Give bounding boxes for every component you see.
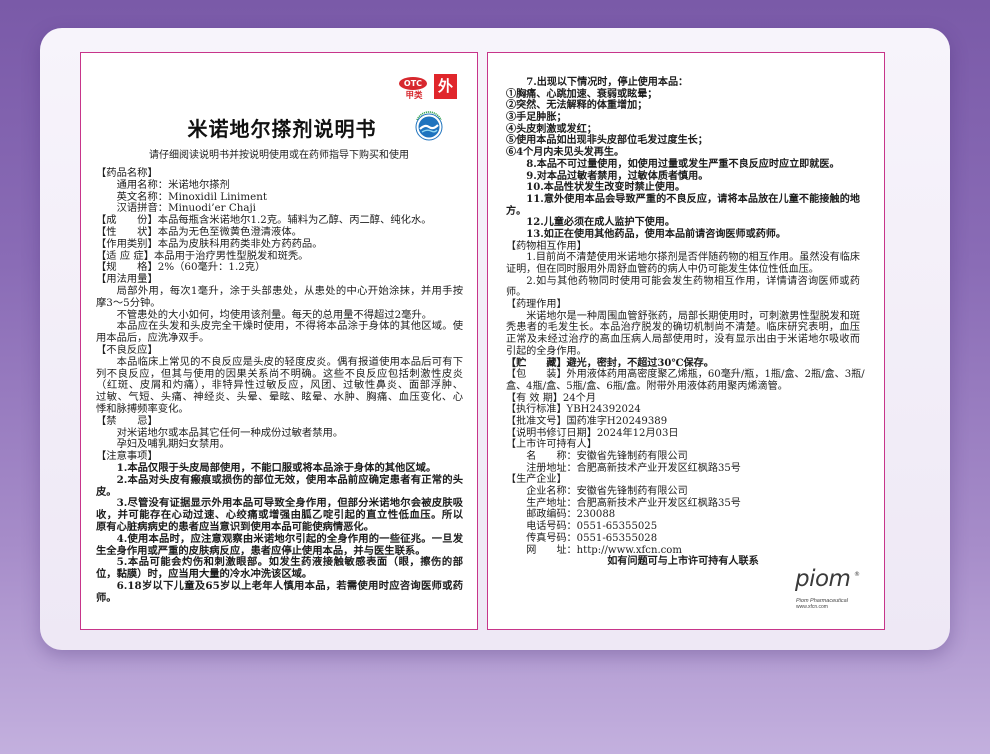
leaflet-body-right: 7.出现以下情况时，停止使用本品： ①胸痛、心跳加速、衰弱或眩晕； ②突然、无法… [506,77,865,568]
list-item: 原有心脏病病史的患者应当意识到使用本品可能使病情恶化。 [96,520,375,533]
list-item: 4.使用本品时，应注意观察由米诺地尔引起的全身作用的一些征兆。一旦发 [116,532,463,545]
body-line: 引起的全身作用。 [506,345,587,357]
body-line: 本品临床上常见的不良反应是头皮的轻度皮炎。偶有报道使用本品后可有下 [116,355,463,368]
sub-list-item: ④头皮刺激或发红； [506,123,597,135]
sub-list-item: ②突然、无法解释的体重增加； [506,100,648,112]
field-line: 【有 效 期】24个月 [506,392,596,404]
field-line: 盒、4瓶/盒、5瓶/盒、6瓶/盒。附带外用液体药用聚丙烯滴管。 [506,380,788,392]
body-line: 悸和脉搏频率变化。 [96,402,189,415]
field-line: 网 址：http://www.xfcn.com [526,544,682,556]
list-item: 13.如正在使用其他药品，使用本品前请咨询医师或药师。 [526,228,786,240]
section-heading: 【药物相互作用】 [506,240,587,252]
list-item: 证明，但在同时服用外周舒血管药的病人中仍可能发生体位性低血压。 [506,264,819,275]
list-item: 师。 [506,287,527,299]
field-line: 邮政编码：230088 [526,509,616,521]
list-item: 10.本品性状发生改变时禁止使用。 [526,182,686,194]
body-line: 摩3～5分钟。 [96,296,161,309]
field-line: 注册地址：合肥高新技术产业开发区红枫路35号 [526,462,741,474]
leaflet-page-left: OTC 甲类 外 米诺地尔搽剂说明书 请仔细阅读说明书并按说明使用或在药师指导下… [80,52,478,630]
list-item: 方。 [506,205,527,217]
list-item: 8.本品不可过量使用，如使用过量或发生严重不良反应时应立即就医。 [526,158,840,170]
leaflet-subtitle: 请仔细阅读说明书并按说明使用或在药师指导下购买和使用 [149,150,409,161]
field-line: 通用名称：米诺地尔搽剂 [116,178,230,191]
list-item: 2.本品对头皮有瘢痕或损伤的部位无效，使用本品前应确定患者有正常的头 [116,473,463,486]
leaflet-page-right: 7.出现以下情况时，停止使用本品： ①胸痛、心跳加速、衰弱或眩晕； ②突然、无法… [487,52,885,630]
section-heading: 【药理作用】 [506,299,567,311]
field-line: 【性 状】本品为无色至微黄色澄清液体。 [96,225,302,238]
body-line: 局部外用，每次1毫升，涂于头部患处，从患处的中心开始涂抹，并用手按 [116,284,463,297]
field-line: 【批准文号】国药准字H20249389 [506,415,668,427]
sub-list-item: ③手足肿胀； [506,112,567,124]
otc-badge: OTC [399,77,427,90]
field-line: 【执行标准】YBH24392024 [506,404,641,416]
registered-mark: ® [854,571,860,578]
sub-list-item: ⑤使用本品如出现非头皮部位毛发过度生长； [506,135,708,147]
field-line: 企业名称：安徽省先锋制药有限公司 [526,486,688,498]
external-use-badge: 外 [434,74,457,99]
sub-list-item: ⑥4个月内未见头发再生。 [506,147,625,159]
brand-logo: piom [795,566,851,592]
list-item: 2.如与其他药物同时使用可能会发生药物相互作用，详情请咨询医师或药 [526,275,860,287]
sub-list-item: ①胸痛、心跳加速、衰弱或眩晕； [506,88,658,100]
list-item: 11.意外使用本品会导致严重的不良反应，请将本品放在儿童不能接触的地 [526,193,860,205]
leaflet-title: 米诺地尔搽剂说明书 [187,117,377,141]
brand-website: www.xfcn.com [796,604,828,610]
list-item: 6.18岁以下儿童及65岁以上老年人慎用本品，若需使用时应咨询医师或药 [116,579,463,592]
field-line: 生产地址：合肥高新技术产业开发区红枫路35号 [526,497,741,509]
brand-block: piom ® Piom Pharmaceutical www.xfcn.com [795,565,875,611]
section-heading: 【不良反应】 [96,343,158,356]
field-line: 【作用类别】本品为皮肤科用药类非处方药药品。 [96,237,323,250]
section-heading: 【生产企业】 [506,474,567,486]
section-heading: 【禁 忌】 [96,414,158,427]
list-item: 12.儿童必须在成人监护下使用。 [526,217,675,229]
field-line: 电话号码：0551-65355025 [526,521,658,533]
field-line: 名 称：安徽省先锋制药有限公司 [526,451,688,462]
list-item: 1.本品仅限于头皮局部使用，不能口服或将本品涂于身体的其他区域。 [116,461,437,474]
list-item: 7.出现以下情况时，停止使用本品： [526,77,689,88]
list-item: 9.对本品过敏者禁用，过敏体质者慎用。 [526,170,709,182]
field-line: 【包 装】外用液体药用高密度聚乙烯瓶，60毫升/瓶，1瓶/盒、2瓶/盒、3瓶/ [506,369,865,381]
list-item: 1.目前尚不清楚使用米诺地尔搽剂是否伴随药物的相互作用。虽然没有临床 [526,252,860,264]
field-line: 传真号码：0551-65355028 [526,532,658,544]
field-line: 【贮 藏】避光，密封，不超过30℃保存。 [506,357,714,369]
body-line: 正常及未经过治疗的高血压病人局部使用时，没有显示出由于米诺地尔吸收而 [506,334,860,346]
body-line: 秃患者的毛发生长。本品治疗脱发的确切机制尚不清楚。临床研究表明，血压 [506,322,860,334]
leaflet-body-left: 【药品名称】 通用名称：米诺地尔搽剂 英文名称：Minoxidil Linime… [96,167,463,604]
body-line: 米诺地尔是一种周围血管舒张药，局部长期使用时，可刺激男性型脱发和斑 [526,310,860,322]
field-line: 【说明书修订日期】2024年12月03日 [506,427,679,439]
list-item: 师。 [96,591,117,604]
otc-class-label: 甲类 [405,91,423,101]
section-heading: 【上市许可持有人】 [506,439,597,451]
